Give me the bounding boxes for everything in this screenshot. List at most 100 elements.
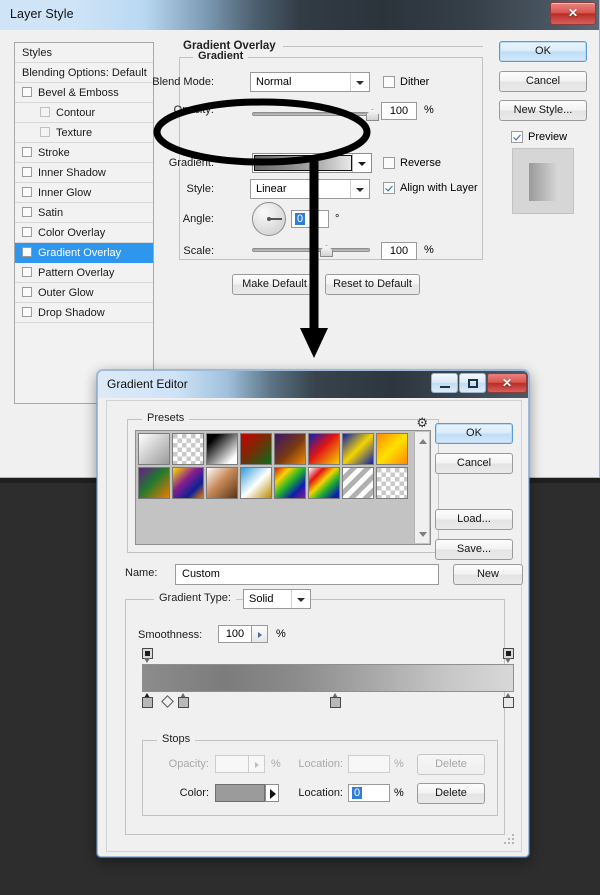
- preset-swatch[interactable]: [376, 467, 408, 499]
- chevron-down-icon[interactable]: [291, 590, 310, 608]
- scale-slider-track[interactable]: [252, 248, 370, 252]
- gear-icon[interactable]: ⚙: [416, 415, 428, 431]
- opacity-stop-left[interactable]: [142, 648, 153, 663]
- resize-grip[interactable]: [504, 834, 516, 846]
- checkbox-icon[interactable]: [22, 87, 32, 97]
- style-select[interactable]: Linear: [250, 179, 370, 199]
- ok-button[interactable]: OK: [435, 423, 513, 444]
- presets-scrollbar[interactable]: [414, 432, 429, 543]
- preset-swatch[interactable]: [138, 433, 170, 465]
- gradient-editor-titlebar[interactable]: Gradient Editor ✕: [98, 371, 528, 398]
- color-delete-button[interactable]: Delete: [417, 783, 485, 804]
- reset-to-default-button[interactable]: Reset to Default: [325, 274, 420, 295]
- cancel-button[interactable]: Cancel: [499, 71, 587, 92]
- preset-swatch[interactable]: [376, 433, 408, 465]
- preset-swatch[interactable]: [342, 467, 374, 499]
- blend-mode-label: Blend Mode:: [152, 76, 214, 88]
- checkbox-checked-icon[interactable]: [22, 247, 32, 257]
- color-stop-3[interactable]: [503, 693, 514, 708]
- smoothness-input[interactable]: 100: [218, 625, 252, 643]
- preset-swatch[interactable]: [206, 433, 238, 465]
- checkbox-icon[interactable]: [22, 207, 32, 217]
- sidebar-item-stroke[interactable]: Stroke: [15, 143, 153, 163]
- opacity-stop-right[interactable]: [503, 648, 514, 663]
- cancel-button[interactable]: Cancel: [435, 453, 513, 474]
- sidebar-item-bevel-emboss[interactable]: Bevel & Emboss: [15, 83, 153, 103]
- checkbox-icon[interactable]: [22, 227, 32, 237]
- styles-list[interactable]: Styles Blending Options: Default Bevel &…: [14, 42, 154, 404]
- sidebar-item-blending-options[interactable]: Blending Options: Default: [15, 63, 153, 83]
- chevron-down-icon[interactable]: [350, 180, 369, 198]
- smoothness-stepper[interactable]: [252, 625, 268, 643]
- make-default-button[interactable]: Make Default: [232, 274, 317, 295]
- checkbox-icon[interactable]: [22, 187, 32, 197]
- preset-swatch[interactable]: [308, 467, 340, 499]
- preset-swatch[interactable]: [138, 467, 170, 499]
- gradient-preview-bar[interactable]: [142, 664, 514, 692]
- checkbox-icon[interactable]: [22, 267, 32, 277]
- maximize-button[interactable]: [459, 373, 486, 393]
- presets-list[interactable]: [135, 430, 431, 545]
- angle-input[interactable]: 0: [291, 210, 329, 228]
- preview-checkbox[interactable]: [511, 131, 523, 143]
- sidebar-item-inner-glow[interactable]: Inner Glow: [15, 183, 153, 203]
- minimize-button[interactable]: [431, 373, 458, 393]
- sidebar-item-pattern-overlay[interactable]: Pattern Overlay: [15, 263, 153, 283]
- sidebar-item-texture[interactable]: Texture: [15, 123, 153, 143]
- color-caret-icon[interactable]: [265, 784, 279, 802]
- checkbox-icon[interactable]: [22, 167, 32, 177]
- preset-swatch[interactable]: [206, 467, 238, 499]
- load-button[interactable]: Load...: [435, 509, 513, 530]
- chevron-down-icon[interactable]: [350, 73, 369, 91]
- gradient-swatch-dropdown[interactable]: [252, 153, 372, 173]
- preset-swatch[interactable]: [172, 467, 204, 499]
- sidebar-item-outer-glow[interactable]: Outer Glow: [15, 283, 153, 303]
- color-stop-0[interactable]: [142, 693, 153, 708]
- preset-swatch[interactable]: [240, 433, 272, 465]
- presets-grid: [137, 432, 430, 500]
- dither-checkbox[interactable]: [383, 76, 395, 88]
- stop-color-swatch[interactable]: [215, 784, 265, 802]
- save-button[interactable]: Save...: [435, 539, 513, 560]
- preset-swatch[interactable]: [274, 467, 306, 499]
- preset-swatch[interactable]: [172, 433, 204, 465]
- scroll-up-icon[interactable]: [415, 434, 430, 448]
- opacity-value[interactable]: 100: [381, 102, 417, 120]
- checkbox-icon[interactable]: [40, 107, 50, 117]
- close-button[interactable]: ✕: [487, 373, 527, 393]
- chevron-down-icon[interactable]: [352, 154, 371, 172]
- sidebar-item-contour[interactable]: Contour: [15, 103, 153, 123]
- scroll-down-icon[interactable]: [415, 527, 430, 541]
- sidebar-item-drop-shadow[interactable]: Drop Shadow: [15, 303, 153, 323]
- checkbox-icon[interactable]: [22, 147, 32, 157]
- sidebar-item-color-overlay[interactable]: Color Overlay: [15, 223, 153, 243]
- reverse-checkbox[interactable]: [383, 157, 395, 169]
- layer-style-titlebar[interactable]: Layer Style ✕: [0, 0, 599, 30]
- sidebar-item-inner-shadow[interactable]: Inner Shadow: [15, 163, 153, 183]
- new-button[interactable]: New: [453, 564, 523, 585]
- blend-mode-select[interactable]: Normal: [250, 72, 370, 92]
- opacity-slider-track[interactable]: [252, 112, 372, 116]
- preset-swatch[interactable]: [240, 467, 272, 499]
- checkbox-icon[interactable]: [40, 127, 50, 137]
- color-stop-1[interactable]: [178, 693, 189, 708]
- stop-color-location-input[interactable]: 0: [348, 784, 390, 802]
- sidebar-item-satin[interactable]: Satin: [15, 203, 153, 223]
- preset-swatch[interactable]: [342, 433, 374, 465]
- new-style-button[interactable]: New Style...: [499, 100, 587, 121]
- angle-dial[interactable]: [252, 202, 286, 236]
- checkbox-icon[interactable]: [22, 307, 32, 317]
- align-with-layer-checkbox[interactable]: [383, 182, 395, 194]
- sidebar-item-gradient-overlay[interactable]: Gradient Overlay: [15, 243, 153, 263]
- ok-button[interactable]: OK: [499, 41, 587, 62]
- color-midpoint-marker[interactable]: [161, 695, 174, 708]
- name-input[interactable]: Custom: [175, 564, 439, 585]
- scale-value[interactable]: 100: [381, 242, 417, 260]
- preset-swatch[interactable]: [308, 433, 340, 465]
- checkbox-icon[interactable]: [22, 287, 32, 297]
- gradient-preview-swatch[interactable]: [254, 155, 352, 171]
- preset-swatch[interactable]: [274, 433, 306, 465]
- close-button[interactable]: ✕: [550, 2, 596, 25]
- color-stop-2[interactable]: [330, 693, 341, 708]
- gradient-type-select[interactable]: Solid: [243, 589, 311, 609]
